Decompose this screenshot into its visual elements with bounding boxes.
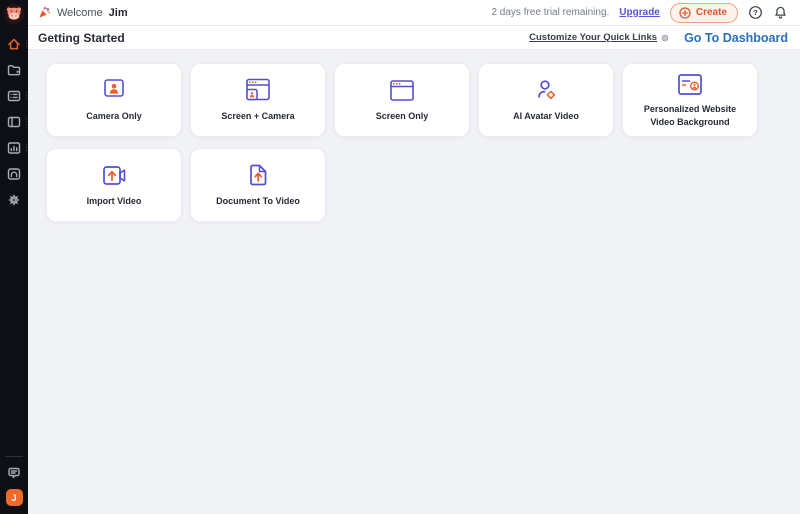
hippo-logo[interactable] — [3, 3, 25, 25]
go-to-dashboard-link[interactable]: Go To Dashboard — [684, 31, 788, 45]
customize-settings-icon — [660, 33, 670, 43]
camera-only-icon — [97, 77, 131, 105]
sidebar-item-meetings[interactable] — [0, 87, 28, 104]
card-import-video[interactable]: Import Video — [46, 148, 182, 222]
sidebar-item-avatar-studio[interactable] — [0, 165, 28, 182]
analytics-menu-dots[interactable] — [26, 144, 28, 152]
subheader-actions: Customize Your Quick Links Go To Dashboa… — [529, 31, 788, 45]
user-avatar[interactable]: J — [6, 489, 23, 506]
card-label: Personalized Website Video Background — [631, 103, 749, 127]
create-button[interactable]: Create — [670, 3, 738, 23]
card-label: Import Video — [87, 195, 142, 207]
card-ai-avatar-video[interactable]: AI Avatar Video — [478, 63, 614, 137]
card-screen-plus-camera[interactable]: Screen + Camera — [190, 63, 326, 137]
card-label: Document To Video — [216, 195, 300, 207]
topbar-actions: 2 days free trial remaining. Upgrade Cre… — [491, 3, 788, 23]
screen-only-icon — [385, 77, 419, 105]
home-menu-dots[interactable] — [26, 40, 28, 48]
svg-text:?: ? — [753, 8, 758, 17]
sidebar-item-settings[interactable] — [0, 191, 28, 208]
card-camera-only[interactable]: Camera Only — [46, 63, 182, 137]
card-screen-only[interactable]: Screen Only — [334, 63, 470, 137]
card-label: Screen + Camera — [221, 110, 294, 122]
card-label: Camera Only — [86, 110, 142, 122]
meetings-menu-dots[interactable] — [26, 92, 28, 100]
home-icon — [6, 36, 22, 52]
user-name: Jim — [109, 7, 128, 19]
trial-remaining-text: 2 days free trial remaining. — [491, 7, 609, 18]
sidebar-item-pages[interactable] — [0, 113, 28, 130]
hippo-logo-icon — [3, 3, 25, 25]
party-popper-icon — [38, 6, 51, 19]
customize-quick-links-label: Customize Your Quick Links — [529, 32, 657, 43]
content-area: Camera Only Screen + Camera — [28, 50, 800, 514]
sidebar-bottom: J — [0, 456, 28, 514]
analytics-icon — [6, 140, 22, 156]
welcome-message: Welcome Jim — [38, 6, 128, 19]
sidebar-item-home[interactable] — [0, 35, 28, 52]
settings-icon — [6, 192, 22, 208]
customize-quick-links-link[interactable]: Customize Your Quick Links — [529, 32, 670, 43]
notifications-button[interactable] — [773, 5, 788, 20]
pages-icon — [6, 114, 22, 130]
card-label: Screen Only — [376, 110, 429, 122]
meetings-icon — [6, 88, 22, 104]
video-folder-icon — [6, 62, 22, 78]
plus-circle-icon — [679, 7, 691, 19]
import-video-icon — [97, 162, 131, 190]
card-document-to-video[interactable]: Document To Video — [190, 148, 326, 222]
ai-avatar-icon — [529, 77, 563, 105]
sidebar-divider — [5, 456, 23, 457]
help-icon: ? — [748, 5, 763, 20]
top-bar: Welcome Jim 2 days free trial remaining.… — [28, 0, 800, 26]
help-button[interactable]: ? — [748, 5, 763, 20]
upgrade-link[interactable]: Upgrade — [619, 7, 660, 18]
sidebar-item-videos[interactable] — [0, 61, 28, 78]
quick-links-grid: Camera Only Screen + Camera — [46, 63, 766, 222]
avatar-studio-icon — [6, 166, 22, 182]
create-button-label: Create — [696, 7, 727, 18]
sub-header: Getting Started Customize Your Quick Lin… — [28, 26, 800, 50]
sidebar: J — [0, 0, 28, 514]
personalized-website-video-icon — [673, 72, 707, 98]
sidebar-item-feedback[interactable] — [6, 465, 22, 481]
card-label: AI Avatar Video — [513, 110, 579, 122]
pages-menu-dots[interactable] — [26, 118, 28, 126]
welcome-text: Welcome — [57, 7, 103, 19]
main-area: Welcome Jim 2 days free trial remaining.… — [28, 0, 800, 514]
sidebar-nav — [0, 35, 28, 217]
app-window: J Welcome Jim 2 days free trial remainin… — [0, 0, 800, 514]
bell-icon — [773, 5, 788, 20]
card-personalized-website-video[interactable]: Personalized Website Video Background — [622, 63, 758, 137]
document-to-video-icon — [241, 162, 275, 190]
screen-plus-camera-icon — [241, 77, 275, 105]
feedback-icon — [6, 465, 22, 481]
sidebar-item-analytics[interactable] — [0, 139, 28, 156]
page-title: Getting Started — [38, 31, 125, 45]
